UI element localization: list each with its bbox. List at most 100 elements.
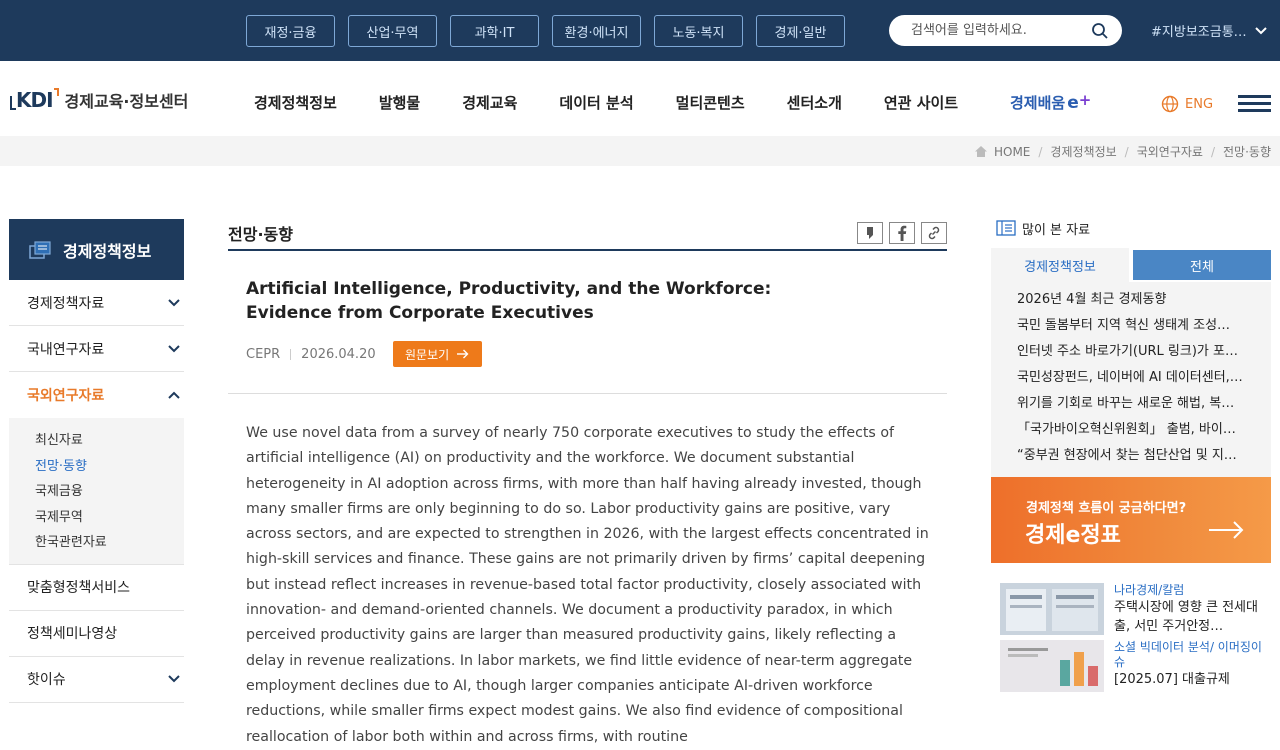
eplus-label: 경제배움 — [1010, 94, 1066, 112]
divider — [228, 393, 947, 394]
link-icon — [928, 226, 940, 240]
main-nav: 경제정책정보 발행물 경제교육 데이터 분석 멀티콘텐츠 센터소개 연관 사이트 — [254, 92, 958, 113]
chevron-down-icon — [168, 298, 180, 306]
arrow-right-icon — [457, 349, 469, 359]
hashtag-text: #지방보조금통… — [1151, 25, 1247, 40]
side-submenu: 최신자료 전망·동향 국제금융 국제무역 한국관련자료 — [9, 418, 184, 565]
share-buttons — [857, 222, 947, 244]
article-date: 2026.04.20 — [301, 346, 376, 362]
popular-item[interactable]: 국민성장펀드, 네이버에 AI 데이터센터,… — [1017, 365, 1245, 391]
news-category: 나라경제/칼럼 — [1114, 583, 1185, 597]
nav-about[interactable]: 센터소개 — [787, 92, 842, 113]
search-box — [889, 15, 1122, 46]
news-title: 주택시장에 영향 큰 전세대출, 서민 주거안정… — [1114, 600, 1258, 634]
banner-title: 경제e정표 — [1025, 523, 1121, 548]
category-buttons: 재정·금융 산업·무역 과학·IT 환경·에너지 노동·복지 경제·일반 — [246, 15, 845, 47]
nav-data-analysis[interactable]: 데이터 분석 — [559, 92, 633, 113]
category-labor[interactable]: 노동·복지 — [654, 15, 743, 47]
language-switch[interactable]: ENG — [1161, 95, 1213, 113]
right-column: 많이 본 자료 경제정책정보 전체 2026년 4월 최근 경제동향 국민 돌봄… — [991, 218, 1271, 696]
news-list: 나라경제/칼럼 주택시장에 영향 큰 전세대출, 서민 주거안정… 소셜 빅데이… — [991, 583, 1271, 692]
news-thumbnail — [1000, 640, 1104, 692]
side-item-seminar-video[interactable]: 정책세미나영상 — [9, 611, 184, 657]
hashtag-select[interactable]: #지방보조금통… — [1151, 21, 1267, 40]
category-finance[interactable]: 재정·금융 — [246, 15, 335, 47]
e-indicator-banner[interactable]: 경제정책 흐름이 궁금하다면? 경제e정표 — [991, 477, 1271, 563]
side-item-policy-data[interactable]: 경제정책자료 — [9, 280, 184, 326]
logo-name: 경제교육·정보센터 — [64, 92, 189, 111]
article-meta: CEPR 2026.04.20 원문보기 — [246, 341, 947, 367]
category-science[interactable]: 과학·IT — [450, 15, 539, 47]
category-industry[interactable]: 산업·무역 — [348, 15, 437, 47]
sub-item-intl-trade[interactable]: 국제무역 — [35, 505, 184, 531]
article-abstract: We use novel data from a survey of nearl… — [246, 425, 929, 745]
eplus-link[interactable]: 경제배움 e + — [1010, 90, 1092, 113]
side-menu-title: 경제정책정보 — [9, 219, 184, 280]
category-environment[interactable]: 환경·에너지 — [552, 15, 641, 47]
nav-policy-info[interactable]: 경제정책정보 — [254, 92, 337, 113]
nav-related-sites[interactable]: 연관 사이트 — [884, 92, 958, 113]
side-item-domestic-research[interactable]: 국내연구자료 — [9, 326, 184, 372]
news-item[interactable]: 소셜 빅데이터 분석/ 이머징이슈 [2025.07] 대출규제 — [1000, 640, 1271, 692]
popular-tabs: 경제정책정보 전체 — [991, 248, 1271, 282]
breadcrumb: HOME / 경제정책정보 / 국외연구자료 / 전망·동향 — [974, 143, 1271, 160]
kakao-icon — [867, 227, 873, 239]
article-title: Artificial Intelligence, Productivity, a… — [246, 279, 772, 323]
popular-item[interactable]: “중부권 현장에서 찾는 첨단산업 및 지… — [1017, 443, 1245, 469]
site-logo[interactable]: KDI 경제교육·정보센터 — [10, 88, 188, 112]
breadcrumb-item[interactable]: 국외연구자료 — [1137, 143, 1203, 160]
logo-mark: KDI — [10, 88, 59, 112]
facebook-icon — [898, 225, 907, 241]
eplus-plus: + — [1078, 90, 1092, 109]
home-icon — [974, 146, 987, 157]
popular-item[interactable]: 국민 돌봄부터 지역 혁신 생태계 조성… — [1017, 313, 1245, 339]
section-title: 전망·동향 — [228, 219, 947, 251]
copy-link-button[interactable] — [921, 222, 947, 244]
chevron-down-icon — [1254, 26, 1267, 34]
breadcrumb-current: 전망·동향 — [1223, 145, 1271, 159]
kakao-share-button[interactable] — [857, 222, 883, 244]
article-source: CEPR — [246, 346, 281, 362]
eplus-e: e — [1067, 92, 1079, 113]
breadcrumb-home[interactable]: HOME — [974, 145, 1030, 159]
news-item[interactable]: 나라경제/칼럼 주택시장에 영향 큰 전세대출, 서민 주거안정… — [1000, 583, 1271, 636]
sub-item-intl-finance[interactable]: 국제금융 — [35, 479, 184, 505]
tab-all[interactable]: 전체 — [1133, 250, 1271, 280]
chevron-down-icon — [168, 675, 180, 683]
sub-item-outlook[interactable]: 전망·동향 — [35, 454, 184, 480]
main-content: 전망·동향 Artificial Intelligence, Productiv… — [228, 219, 947, 750]
breadcrumb-bar: HOME / 경제정책정보 / 국외연구자료 / 전망·동향 — [0, 136, 1280, 166]
language-label: ENG — [1185, 96, 1214, 112]
popular-list: 2026년 4월 최근 경제동향 국민 돌봄부터 지역 혁신 생태계 조성… 인… — [991, 282, 1271, 477]
news-category: 소셜 빅데이터 분석/ 이머징이슈 — [1114, 640, 1262, 669]
document-icon — [29, 240, 51, 259]
popular-item[interactable]: 인터넷 주소 바로가기(URL 링크)가 포… — [1017, 339, 1245, 365]
side-item-hot-issue[interactable]: 핫이슈 — [9, 657, 184, 703]
search-input[interactable] — [911, 23, 1091, 38]
nav-education[interactable]: 경제교육 — [462, 92, 517, 113]
category-economy[interactable]: 경제·일반 — [756, 15, 845, 47]
facebook-share-button[interactable] — [889, 222, 915, 244]
tab-policy-info[interactable]: 경제정책정보 — [991, 248, 1129, 282]
chevron-up-icon — [168, 391, 180, 399]
nav-multicontents[interactable]: 멀티콘텐츠 — [676, 92, 745, 113]
nav-publications[interactable]: 발행물 — [379, 92, 420, 113]
news-thumbnail — [1000, 583, 1104, 635]
sub-item-latest[interactable]: 최신자료 — [35, 428, 184, 454]
popular-item[interactable]: 「국가바이오혁신위원회」 출범, 바이오 … — [1017, 417, 1245, 443]
sub-item-korea-related[interactable]: 한국관련자료 — [35, 530, 184, 556]
side-item-custom-service[interactable]: 맞춤형정책서비스 — [9, 565, 184, 611]
main-header: KDI 경제교육·정보센터 경제정책정보 발행물 경제교육 데이터 분석 멀티콘… — [0, 61, 1280, 136]
side-item-foreign-research[interactable]: 국외연구자료 — [9, 372, 184, 418]
search-icon[interactable] — [1091, 22, 1109, 40]
popular-item[interactable]: 위기를 기회로 바꾸는 새로운 해법, 복… — [1017, 391, 1245, 417]
chevron-down-icon — [168, 344, 180, 352]
globe-icon — [1161, 95, 1179, 113]
breadcrumb-item[interactable]: 경제정책정보 — [1050, 143, 1116, 160]
view-original-button[interactable]: 원문보기 — [392, 341, 482, 367]
side-menu: 경제정책정보 경제정책자료 국내연구자료 국외연구자료 최신자료 전망·동향 국… — [9, 219, 184, 703]
arrow-right-icon — [1209, 521, 1244, 539]
popular-item[interactable]: 2026년 4월 최근 경제동향 — [1017, 287, 1245, 313]
news-title: [2025.07] 대출규제 — [1114, 672, 1230, 687]
menu-icon[interactable] — [1238, 95, 1271, 113]
